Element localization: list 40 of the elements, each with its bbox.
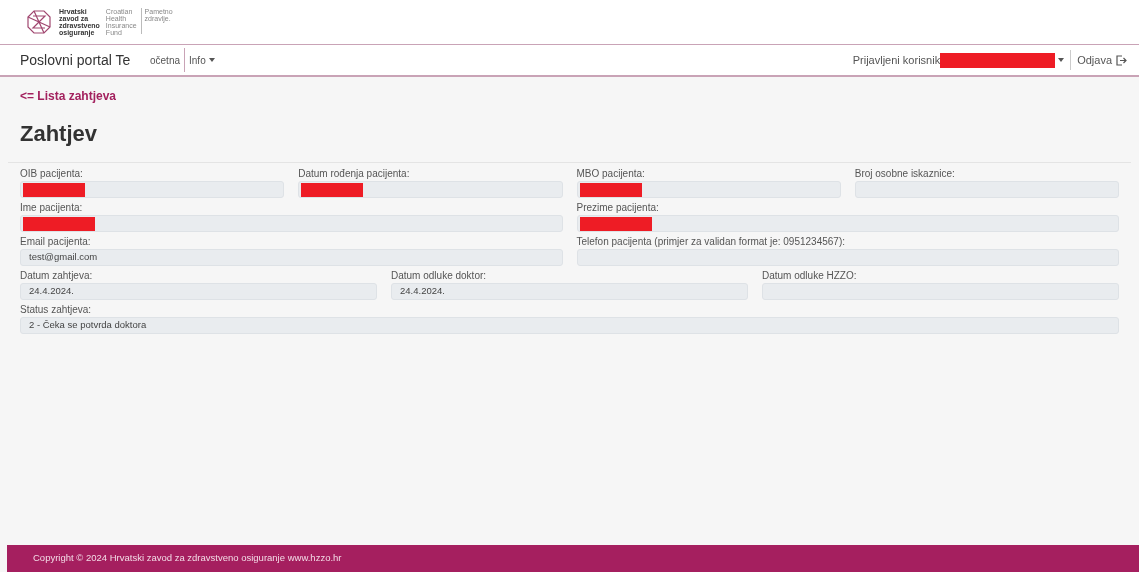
- input-field[interactable]: [298, 181, 563, 198]
- input-field[interactable]: [576, 215, 1119, 232]
- page-heading: Zahtjev: [20, 120, 99, 148]
- portal-title[interactable]: Poslovni portal Te: [20, 49, 140, 71]
- field-label: Status zahtjeva:: [20, 303, 93, 317]
- copyright-text: Copyright © 2024 Hrvatski zavod za zdravstveno osiguranje www.hzzo.hr: [33, 551, 342, 566]
- nav-link[interactable]: Info: [189, 52, 215, 68]
- input-field[interactable]: 2 - Čeka se potvrda doktora: [20, 317, 1119, 334]
- input-field[interactable]: [20, 215, 563, 232]
- caret-icon: [208, 58, 215, 62]
- nav-link[interactable]: očetna: [150, 52, 181, 68]
- input-field[interactable]: [762, 283, 1119, 300]
- back-link[interactable]: <= Lista zahtjeva: [20, 87, 1119, 105]
- logout-link[interactable]: Odjava: [1077, 51, 1127, 69]
- input-field[interactable]: [854, 181, 1119, 198]
- redaction-bar: [301, 182, 364, 197]
- redaction-bar: [579, 182, 642, 197]
- field-label: Broj osobne iskaznice:: [854, 167, 956, 181]
- field-label: OIB pacijenta:: [20, 167, 84, 181]
- input-field[interactable]: 24.4.2024.: [391, 283, 748, 300]
- field-label: Datum zahtjeva:: [20, 269, 94, 283]
- field-label: Datum odluke doktor:: [391, 269, 488, 283]
- input-field[interactable]: test@gmail.com: [20, 249, 563, 266]
- field-label: Datum odluke HZZO:: [762, 269, 858, 283]
- input-field[interactable]: [576, 181, 841, 198]
- redaction-bar: [23, 216, 95, 231]
- redaction-bar: [23, 182, 85, 197]
- input-field[interactable]: [576, 249, 1119, 266]
- logo-icon: [26, 9, 52, 35]
- logout-icon: [1116, 54, 1127, 66]
- field-label: Email pacijenta:: [20, 235, 92, 249]
- input-field[interactable]: 24.4.2024.: [20, 283, 377, 300]
- field-label: Datum rođenja pacijenta:: [298, 167, 411, 181]
- caret-icon[interactable]: [1058, 58, 1065, 62]
- field-label: Telefon pacijenta (primjer za validan format je: 0951234567):: [576, 235, 846, 249]
- user-label: Prijavljeni korisnik: [852, 52, 941, 68]
- field-label: MBO pacijenta:: [576, 167, 646, 181]
- input-field[interactable]: [20, 181, 285, 198]
- field-label: Ime pacijenta:: [20, 201, 84, 215]
- field-label: Prezime pacijenta:: [576, 201, 660, 215]
